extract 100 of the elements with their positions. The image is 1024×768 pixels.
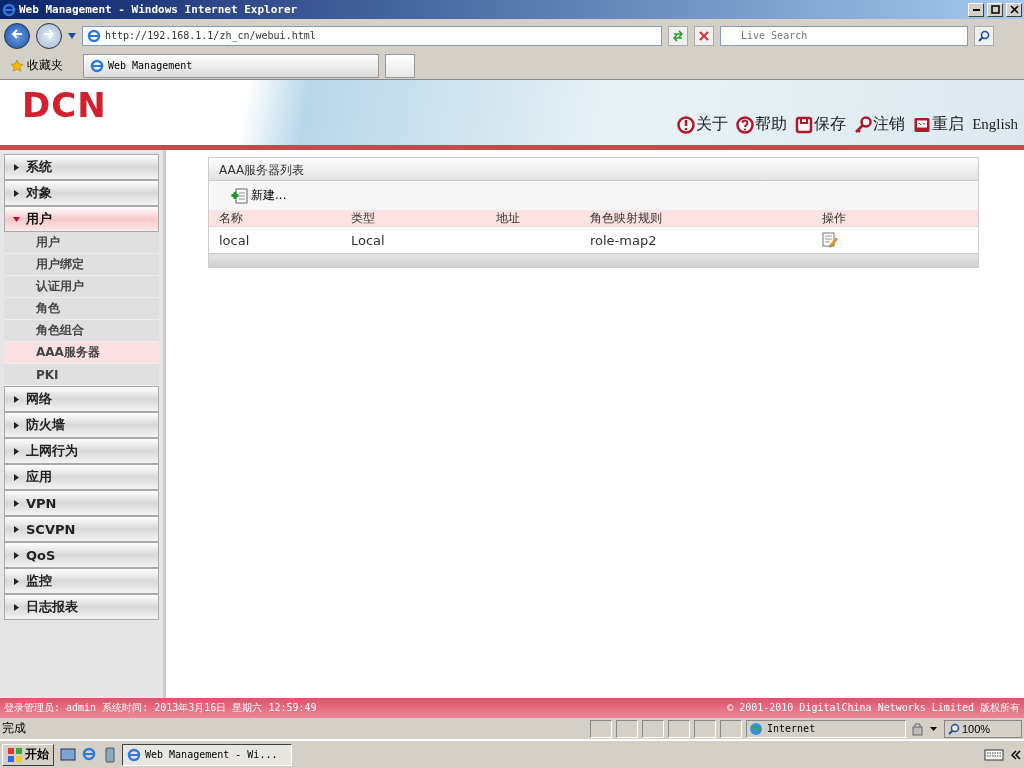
table-cell: Local [341,226,486,253]
menu-item[interactable]: 监控 [4,568,159,594]
new-button[interactable]: 新建... [231,186,287,205]
new-tab-button[interactable] [385,53,415,78]
status-panel [694,719,716,738]
caret-right-icon [13,577,20,585]
window-title: Web Management - Windows Internet Explorer [19,3,299,16]
caret-right-icon [13,525,20,533]
stop-button[interactable] [694,25,714,46]
back-arrow-icon [10,27,24,41]
submenu-item[interactable]: AAA服务器 [4,342,159,364]
logo: DCN [22,84,107,125]
menu-item[interactable]: QoS [4,542,159,568]
help-icon [736,115,755,134]
forward-button[interactable] [36,22,62,49]
chevron-icon[interactable] [1010,748,1022,761]
page-icon [87,28,101,43]
panel-title: AAA服务器列表 [209,158,978,181]
submenu-item[interactable]: PKI [4,364,159,386]
favorites-button[interactable]: 收藏夹 [4,56,77,75]
menu-item[interactable]: 对象 [4,180,159,206]
table-cell: local [209,226,341,253]
server-icon[interactable] [104,746,116,763]
zoom-button[interactable]: 100% [944,719,1022,738]
status-panel [668,719,690,738]
search-button[interactable] [974,25,994,46]
windows-logo-icon [7,746,23,763]
caret-right-icon [13,603,20,611]
key-icon [854,115,873,134]
menu-item[interactable]: 用户 [4,206,159,232]
taskbar-button[interactable]: Web Management - Wi... [122,743,292,766]
dropdown-caret-icon[interactable] [68,32,76,39]
address-field[interactable]: http://192.168.1.1/zh_cn/webui.html [82,25,662,46]
caret-right-icon [13,163,20,171]
header-link[interactable]: 注销 [854,114,906,135]
zone-indicator: Internet [746,719,906,738]
refresh-arrows-icon [672,29,684,42]
menu-item[interactable]: 防火墙 [4,412,159,438]
menu-item[interactable]: 上网行为 [4,438,159,464]
caret-right-icon [13,395,20,403]
keyboard-icon[interactable] [984,747,1004,762]
column-header: 地址 [486,210,580,226]
caret-right-icon [13,473,20,481]
close-icon [1009,5,1019,14]
desktop-icon[interactable] [60,746,76,763]
x-icon [699,30,709,41]
maximize-icon [990,5,1000,14]
caret-right-icon [13,499,20,507]
column-header: 类型 [341,210,486,226]
status-text: 完成 [2,720,27,737]
browser-logo-icon [2,2,16,17]
refresh-button[interactable] [668,25,688,46]
status-panel [720,719,742,738]
page-icon [90,58,104,73]
forward-arrow-icon [42,27,56,41]
column-header: 角色映射规则 [580,210,812,226]
globe-icon [749,721,763,736]
close-button[interactable] [1006,2,1022,17]
search-field[interactable]: Live Search [720,25,968,46]
minimize-icon [972,8,980,11]
copyright-text: © 2001-2010 DigitalChina Networks Limited 版权所有 [727,701,1020,715]
header-link[interactable]: 帮助 [736,114,788,135]
submenu-item[interactable]: 角色 [4,298,159,320]
status-panel [616,719,638,738]
minimize-button[interactable] [968,2,984,17]
column-header: 操作 [812,210,978,226]
caret-right-icon [13,421,20,429]
security-lock-icon[interactable] [910,720,940,737]
browser-logo-icon [127,747,141,762]
menu-item[interactable]: 网络 [4,386,159,412]
header-link[interactable]: 保存 [795,114,847,135]
table-cell: role-map2 [580,226,812,253]
header-link[interactable]: 关于 [677,114,729,135]
menu-item[interactable]: SCVPN [4,516,159,542]
caret-down-icon [13,215,20,223]
maximize-button[interactable] [987,2,1003,17]
submenu-item[interactable]: 用户绑定 [4,254,159,276]
browser-logo-icon[interactable] [82,746,98,763]
back-button[interactable] [4,22,30,49]
save-icon [795,115,814,134]
caret-right-icon [13,551,20,559]
browser-tab[interactable]: Web Management [83,53,379,78]
submenu-item[interactable]: 认证用户 [4,276,159,298]
start-button[interactable]: 开始 [2,743,54,766]
add-document-icon [231,186,249,205]
login-info: 登录管理员: admin 系统时间: 2013年3月16日 星期六 12:59:49 [4,701,317,715]
menu-item[interactable]: 应用 [4,464,159,490]
header-link[interactable]: 重启 [913,114,965,135]
submenu-item[interactable]: 用户 [4,232,159,254]
monitor-icon [913,115,932,134]
status-panel [642,719,664,738]
column-header: 名称 [209,210,341,226]
menu-item[interactable]: VPN [4,490,159,516]
submenu-item[interactable]: 角色组合 [4,320,159,342]
caret-right-icon [13,189,20,197]
edit-icon[interactable] [822,232,838,248]
language-link[interactable]: English [972,116,1018,133]
menu-item[interactable]: 日志报表 [4,594,159,620]
status-panel [590,719,612,738]
menu-item[interactable]: 系统 [4,154,159,180]
